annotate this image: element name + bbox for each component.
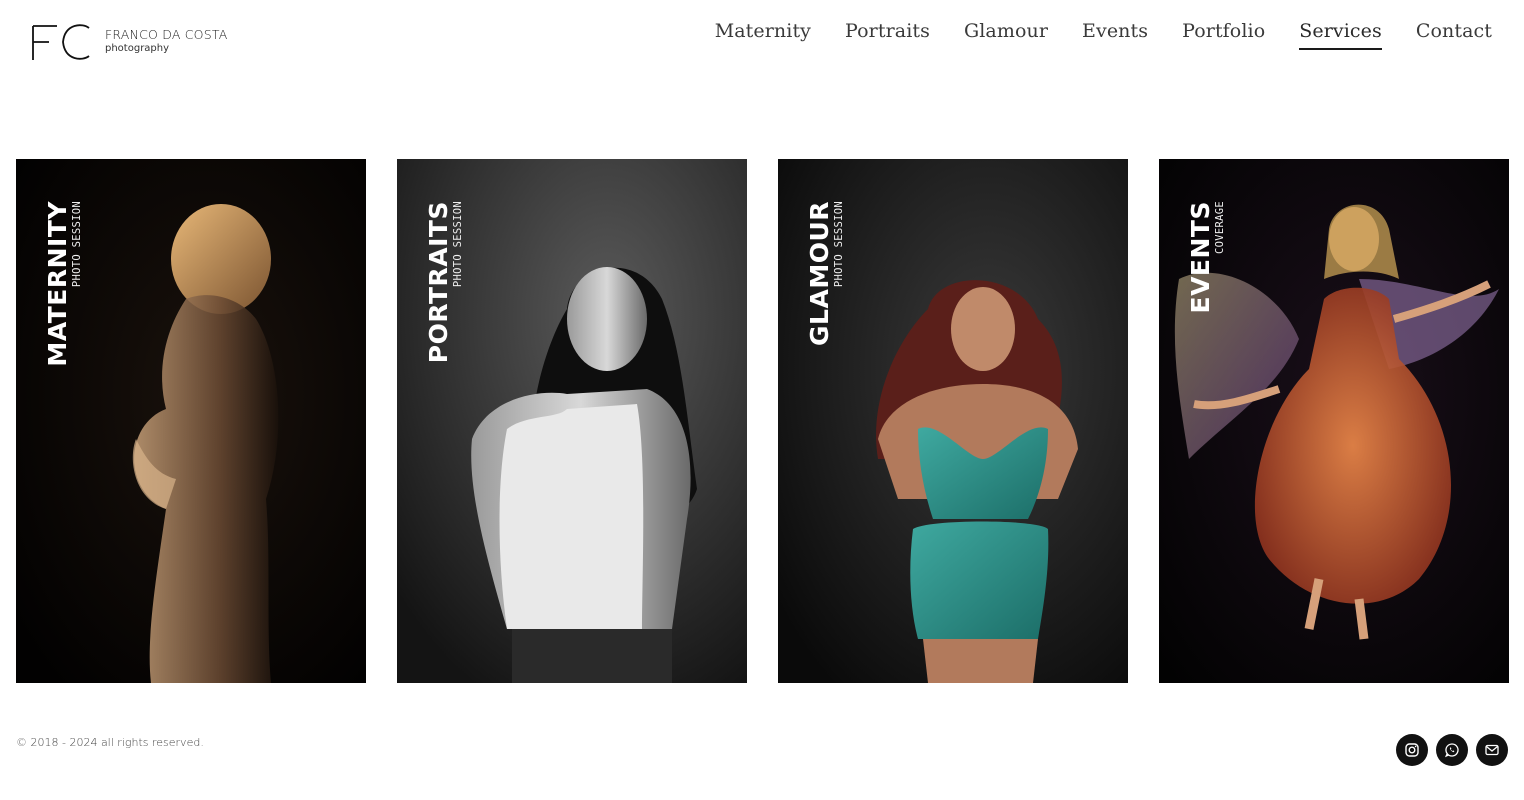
nav-contact[interactable]: Contact <box>1416 20 1492 50</box>
card-title: GLAMOUR <box>805 201 834 346</box>
instagram-icon <box>1405 743 1419 757</box>
brand-subtitle: photography <box>105 43 170 54</box>
social-links <box>1396 734 1508 766</box>
nav-portraits[interactable]: Portraits <box>845 20 930 50</box>
email-icon <box>1485 744 1499 756</box>
whatsapp-button[interactable] <box>1436 734 1468 766</box>
nav-maternity[interactable]: Maternity <box>715 20 811 50</box>
card-label: PORTRAITS PHOTO SESSION <box>424 201 466 501</box>
nav-services[interactable]: Services <box>1299 20 1382 50</box>
brand-name: FRANCO DA COSTA <box>105 27 228 42</box>
main-nav: Maternity Portraits Glamour Events Portf… <box>681 20 1492 50</box>
card-portraits[interactable]: PORTRAITS PHOTO SESSION <box>397 159 747 683</box>
nav-glamour[interactable]: Glamour <box>964 20 1048 50</box>
brand-logo[interactable]: FRANCO DA COSTA photography <box>31 22 227 62</box>
logo-mark-icon <box>32 24 90 60</box>
card-subtitle: COVERAGE <box>1214 201 1226 254</box>
card-title: EVENTS <box>1186 201 1215 314</box>
card-maternity[interactable]: MATERNITY PHOTO SESSION <box>16 159 366 683</box>
card-title: PORTRAITS <box>424 201 453 364</box>
nav-portfolio[interactable]: Portfolio <box>1182 20 1265 50</box>
card-subtitle: PHOTO SESSION <box>71 201 83 288</box>
nav-events[interactable]: Events <box>1082 20 1148 50</box>
card-title: MATERNITY <box>43 201 72 367</box>
email-button[interactable] <box>1476 734 1508 766</box>
card-label: GLAMOUR PHOTO SESSION <box>805 201 847 501</box>
copyright-text: © 2018 - 2024 all rights reserved. <box>16 736 204 749</box>
instagram-button[interactable] <box>1396 734 1428 766</box>
card-subtitle: PHOTO SESSION <box>452 201 464 288</box>
whatsapp-icon <box>1444 743 1459 758</box>
card-subtitle: PHOTO SESSION <box>833 201 845 288</box>
service-cards: MATERNITY PHOTO SESSION PORTRAITS PHOTO … <box>16 159 1509 683</box>
card-label: EVENTS COVERAGE <box>1186 201 1228 501</box>
card-label: MATERNITY PHOTO SESSION <box>43 201 85 501</box>
card-events[interactable]: EVENTS COVERAGE <box>1159 159 1509 683</box>
card-glamour[interactable]: GLAMOUR PHOTO SESSION <box>778 159 1128 683</box>
